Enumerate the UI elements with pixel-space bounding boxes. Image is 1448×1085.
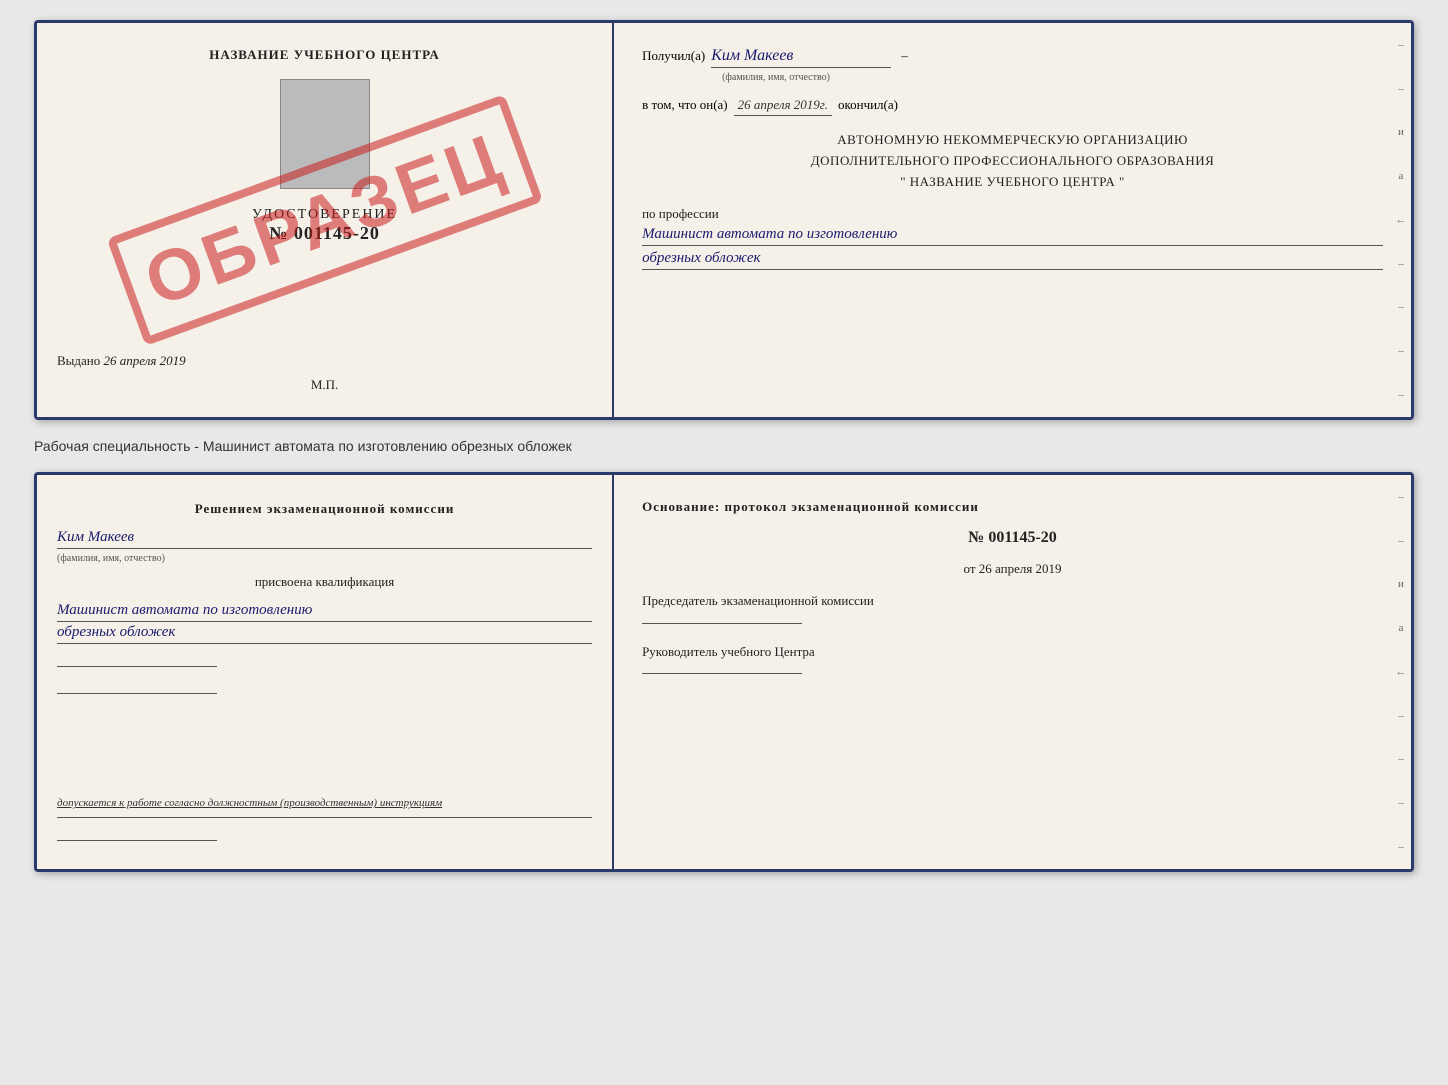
profesia-line2: обрезных обложек xyxy=(642,250,1383,270)
sig-line-1 xyxy=(57,666,217,667)
bottom-card-right: Основание: протокол экзаменационной коми… xyxy=(614,475,1411,869)
vtom-date: 26 апреля 2019г. xyxy=(734,97,832,116)
rukovoditel-label: Руководитель учебного Центра xyxy=(642,642,1383,662)
prisvoena-label: присвоена квалификация xyxy=(57,574,592,590)
komissia-name: Ким Макеев xyxy=(57,529,592,549)
photo-placeholder xyxy=(280,79,370,189)
bottom-document-card: Решением экзаменационной комиссии Ким Ма… xyxy=(34,472,1414,872)
ot-date-block: от 26 апреля 2019 xyxy=(642,561,1383,577)
rukovoditel-sig-line xyxy=(642,673,802,674)
resheniem-title: Решением экзаменационной комиссии xyxy=(57,499,592,519)
org-line3: " НАЗВАНИЕ УЧЕБНОГО ЦЕНТРА " xyxy=(642,172,1383,193)
a-label-2: а xyxy=(1399,622,1404,634)
top-document-card: НАЗВАНИЕ УЧЕБНОГО ЦЕНТРА УДОСТОВЕРЕНИЕ №… xyxy=(34,20,1414,420)
top-card-right: Получил(а) Ким Макеев – (фамилия, имя, о… xyxy=(614,23,1411,417)
top-card-left: НАЗВАНИЕ УЧЕБНОГО ЦЕНТРА УДОСТОВЕРЕНИЕ №… xyxy=(37,23,614,417)
org-line1: АВТОНОМНУЮ НЕКОММЕРЧЕСКУЮ ОРГАНИЗАЦИЮ xyxy=(642,130,1383,151)
profesia-label: по профессии xyxy=(642,206,1383,222)
udostoverenie-label: УДОСТОВЕРЕНИЕ xyxy=(252,207,397,223)
predsedatel-sig-line xyxy=(642,623,802,624)
caption-text: Рабочая специальность - Машинист автомат… xyxy=(34,438,572,454)
rukovoditel-block: Руководитель учебного Центра xyxy=(642,642,1383,679)
vtom-label: в том, что он(а) xyxy=(642,97,728,113)
sig-line-3 xyxy=(57,840,217,841)
mp-label: М.П. xyxy=(311,377,338,393)
proto-num: № 001145-20 xyxy=(642,529,1383,547)
vtom-okoncil: окончил(а) xyxy=(838,97,898,113)
vydano-label: Выдано xyxy=(57,353,100,368)
ot-label: от xyxy=(964,561,976,576)
udostoverenie-number: № 001145-20 xyxy=(252,223,397,244)
vtom-row: в том, что он(а) 26 апреля 2019г. окончи… xyxy=(642,97,1383,116)
kvali-block: Машинист автомата по изготовлению обрезн… xyxy=(57,600,592,644)
predsedatel-block: Председатель экзаменационной комиссии xyxy=(642,591,1383,628)
poluchil-label: Получил(а) xyxy=(642,48,705,64)
side-dashes-bottom: – – и а ← – – – – xyxy=(1391,475,1411,869)
center-title: НАЗВАНИЕ УЧЕБНОГО ЦЕНТРА xyxy=(209,47,440,63)
poluchil-dash: – xyxy=(901,48,908,64)
udostoverenie-block: УДОСТОВЕРЕНИЕ № 001145-20 xyxy=(252,207,397,244)
sig-line-2 xyxy=(57,693,217,694)
caption-row: Рабочая специальность - Машинист автомат… xyxy=(34,436,1414,456)
fio-sublabel-top: (фамилия, имя, отчество) xyxy=(722,72,1414,83)
kvali-line2: обрезных обложек xyxy=(57,624,592,644)
org-block: АВТОНОМНУЮ НЕКОММЕРЧЕСКУЮ ОРГАНИЗАЦИЮ ДО… xyxy=(642,130,1383,192)
i-label-2: и xyxy=(1398,578,1404,590)
org-line2: ДОПОЛНИТЕЛЬНОГО ПРОФЕССИОНАЛЬНОГО ОБРАЗО… xyxy=(642,151,1383,172)
osnovanie-title: Основание: протокол экзаменационной коми… xyxy=(642,499,1383,515)
bottom-card-left: Решением экзаменационной комиссии Ким Ма… xyxy=(37,475,614,869)
vydano-row: Выдано 26 апреля 2019 xyxy=(57,337,592,369)
dopuskaetsya-text: допускается к работе согласно должностны… xyxy=(57,795,592,818)
vydano-date: 26 апреля 2019 xyxy=(104,353,186,368)
i-label: и xyxy=(1398,126,1404,138)
poluchil-name: Ким Макеев xyxy=(711,47,891,68)
a-label: а xyxy=(1399,170,1404,182)
poluchil-row: Получил(а) Ким Макеев – xyxy=(642,47,1383,68)
fio-sublabel-bottom: (фамилия, имя, отчество) xyxy=(57,553,592,564)
profesia-block: по профессии Машинист автомата по изгото… xyxy=(642,206,1383,270)
profesia-line1: Машинист автомата по изготовлению xyxy=(642,226,1383,246)
predsedatel-label: Председатель экзаменационной комиссии xyxy=(642,591,1383,611)
kvali-line1: Машинист автомата по изготовлению xyxy=(57,602,592,622)
side-dashes-top: – – и а ← – – – – xyxy=(1391,23,1411,417)
ot-date: 26 апреля 2019 xyxy=(979,561,1062,576)
